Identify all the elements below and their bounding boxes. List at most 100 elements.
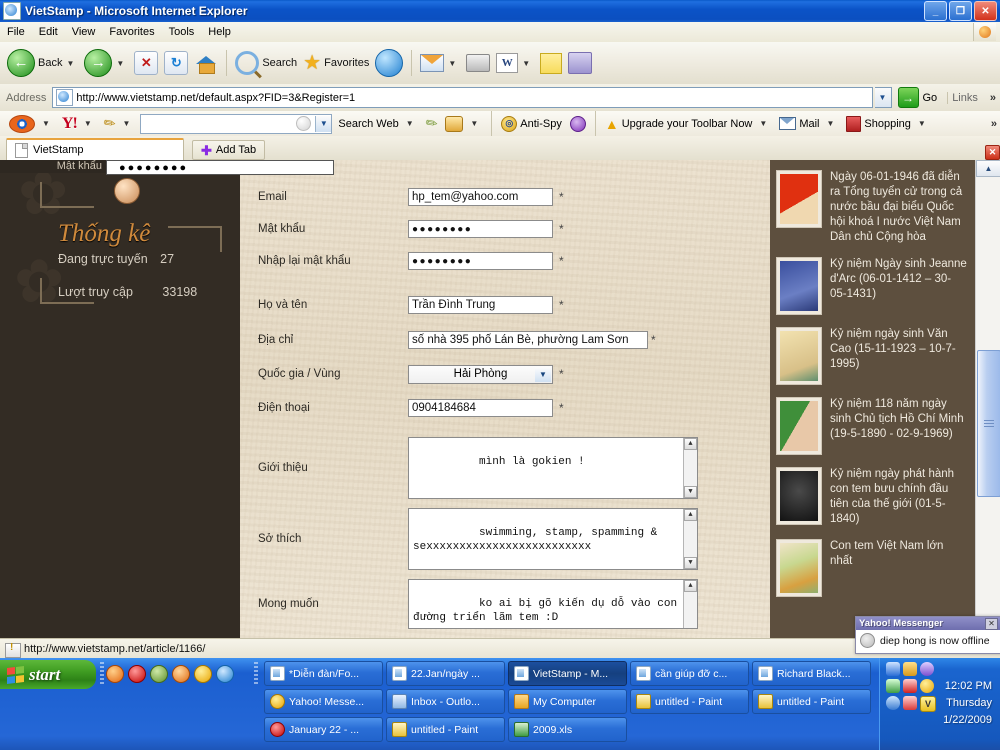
scroll-up-icon[interactable]: ▲ <box>684 438 697 450</box>
links-chevron-icon[interactable]: » <box>986 92 1000 104</box>
task-button[interactable]: Inbox - Outlo... <box>386 689 505 714</box>
input-email[interactable]: hp_tem@yahoo.com <box>408 188 553 206</box>
input-fullname[interactable]: Trần Đình Trung <box>408 296 553 314</box>
menu-file[interactable]: File <box>0 24 32 40</box>
stamp-thumbnail[interactable] <box>776 327 822 385</box>
task-button[interactable]: My Computer <box>508 689 627 714</box>
print-button[interactable] <box>463 46 493 80</box>
pencil-dropdown-icon[interactable]: ▼ <box>122 119 130 128</box>
yahoo-logo-button[interactable]: Y! ▼ <box>58 115 100 133</box>
input-phone[interactable]: 0904184684 <box>408 399 553 417</box>
scroll-up-button[interactable]: ▲ <box>976 160 1000 177</box>
menu-view[interactable]: View <box>65 24 103 40</box>
unikey-icon[interactable]: V <box>920 696 936 712</box>
anti-spy-button[interactable]: ◎ Anti-Spy <box>497 115 566 132</box>
task-button[interactable]: Richard Black... <box>752 661 871 686</box>
task-button[interactable]: untitled - Paint <box>630 689 749 714</box>
textarea-hobbies[interactable]: swimming, stamp, spamming & sexxxxxxxxxx… <box>408 508 698 570</box>
search-web-button[interactable]: Search Web ▼ <box>334 118 421 130</box>
history-button[interactable] <box>372 46 406 80</box>
close-button[interactable]: ✕ <box>974 1 997 21</box>
media-player-icon[interactable] <box>172 665 190 683</box>
yahoo-mail-button[interactable]: Mail ▼ <box>775 117 842 130</box>
task-button[interactable]: untitled - Paint <box>386 717 505 742</box>
update-icon[interactable] <box>903 696 917 710</box>
green-app-icon[interactable] <box>150 665 168 683</box>
links-bar[interactable]: Links <box>947 91 982 104</box>
mail-dropdown-icon[interactable]: ▼ <box>448 59 456 68</box>
task-button[interactable]: January 22 - ... <box>264 717 383 742</box>
discuss-button[interactable] <box>537 46 565 80</box>
scroll-up-icon[interactable]: ▲ <box>684 580 697 592</box>
go-button[interactable]: → Go <box>892 87 944 108</box>
menu-help[interactable]: Help <box>201 24 238 40</box>
yahoo-shopping-button[interactable]: Shopping ▼ <box>842 115 933 132</box>
favorites-button[interactable]: ★ Favorites <box>300 46 372 80</box>
yahoo-logo-dropdown-icon[interactable]: ▼ <box>84 119 92 128</box>
start-button[interactable]: start <box>0 660 96 689</box>
task-button[interactable]: Yahoo! Messe... <box>264 689 383 714</box>
menu-tools[interactable]: Tools <box>162 24 202 40</box>
internet-explorer-icon[interactable] <box>216 665 234 683</box>
yahoo-search-dropdown-icon[interactable]: ▼ <box>315 115 332 132</box>
messenger-button[interactable] <box>565 46 595 80</box>
scroll-down-icon[interactable]: ▼ <box>684 486 697 498</box>
yahoo-messenger-icon[interactable] <box>194 665 212 683</box>
yahoo-mail-dropdown-icon[interactable]: ▼ <box>826 119 834 128</box>
yahoo-eye-button[interactable]: ▼ <box>5 114 58 133</box>
stop-button[interactable]: ✕ <box>131 46 161 80</box>
stamp-thumbnail[interactable] <box>776 257 822 315</box>
textarea-wishes-scrollbar[interactable]: ▲ <box>683 580 697 628</box>
back-dropdown-icon[interactable]: ▼ <box>66 59 74 68</box>
stamp-thumbnail[interactable] <box>776 539 822 597</box>
task-button[interactable]: *Diễn đàn/Fo... <box>264 661 383 686</box>
forward-dropdown-icon[interactable]: ▼ <box>116 59 124 68</box>
upgrade-toolbar-button[interactable]: ▲ Upgrade your Toolbar Now ▼ <box>601 117 775 131</box>
home-button[interactable] <box>191 46 221 80</box>
address-dropdown-icon[interactable]: ▼ <box>874 87 892 108</box>
password-autocomplete-overlay[interactable]: ●●●●●●●● <box>106 160 334 175</box>
edit-dropdown-icon[interactable]: ▼ <box>522 59 530 68</box>
textarea-wishes[interactable]: ko ai bị gõ kiến dụ dỗ vào con đường tri… <box>408 579 698 629</box>
search-web-dropdown-icon[interactable]: ▼ <box>406 119 414 128</box>
address-input[interactable]: http://www.vietstamp.net/default.aspx?FI… <box>52 87 873 108</box>
forward-button[interactable]: → ▼ <box>81 46 131 80</box>
stamp-thumbnail[interactable] <box>776 170 822 228</box>
yahoo-highlight-button[interactable]: ✎ <box>422 113 442 133</box>
scrollbar-thumb[interactable] <box>977 350 1000 497</box>
firefox-icon[interactable] <box>106 665 124 683</box>
textarea-intro[interactable]: mình là gokien ! ▲ ▼ <box>408 437 698 499</box>
yahoo-overflow-icon[interactable]: » <box>991 118 1000 130</box>
search-button[interactable]: Search <box>232 46 300 80</box>
mail-button[interactable]: ▼ <box>417 46 463 80</box>
input-confirm-password[interactable]: ●●●●●●●● <box>408 252 553 270</box>
news-item[interactable]: Con tem Việt Nam lớn nhất <box>770 533 975 603</box>
refresh-button[interactable]: ↻ <box>161 46 191 80</box>
stamp-thumbnail[interactable] <box>776 397 822 455</box>
tab-vietstamp[interactable]: VietStamp <box>6 138 184 160</box>
chevron-down-icon[interactable]: ▼ <box>535 366 551 382</box>
tab-close-button[interactable]: ✕ <box>985 145 1000 160</box>
news-item[interactable]: Kỷ niệm 118 năm ngày sinh Chủ tịch Hồ Ch… <box>770 391 975 461</box>
textarea-intro-scrollbar[interactable]: ▲ ▼ <box>683 438 697 498</box>
maximize-button[interactable]: ❐ <box>949 1 972 21</box>
yahoo-window-button[interactable]: ▼ <box>441 115 486 132</box>
news-item[interactable]: Kỷ niệm ngày sinh Văn Cao (15-11-1923 – … <box>770 321 975 391</box>
yahoo-messenger-popup[interactable]: Yahoo! Messenger ✕ diep hong is now offl… <box>855 616 1000 654</box>
select-country[interactable]: Hải Phòng ▼ <box>408 364 553 384</box>
news-item[interactable]: Kỷ niệm Ngày sinh Jeanne d'Arc (06-01-14… <box>770 251 975 321</box>
input-password[interactable]: ●●●●●●●● <box>408 220 553 238</box>
yahoo-tray-icon[interactable] <box>920 679 934 693</box>
popup-close-icon[interactable]: ✕ <box>985 617 998 630</box>
opera-icon[interactable] <box>128 665 146 683</box>
task-button-active[interactable]: VietStamp - M... <box>508 661 627 686</box>
minimize-button[interactable]: _ <box>924 1 947 21</box>
network-icon[interactable] <box>886 662 900 676</box>
task-button[interactable]: 22.Jan/ngày ... <box>386 661 505 686</box>
yahoo-music-button[interactable] <box>566 115 590 132</box>
scroll-down-icon[interactable]: ▼ <box>684 557 697 569</box>
mail-tray-icon[interactable] <box>903 662 917 676</box>
news-item[interactable]: Ngày 06-01-1946 đã diễn ra Tổng tuyển cử… <box>770 164 975 251</box>
task-button[interactable]: cần giúp đỡ c... <box>630 661 749 686</box>
volume-icon[interactable] <box>886 696 900 710</box>
